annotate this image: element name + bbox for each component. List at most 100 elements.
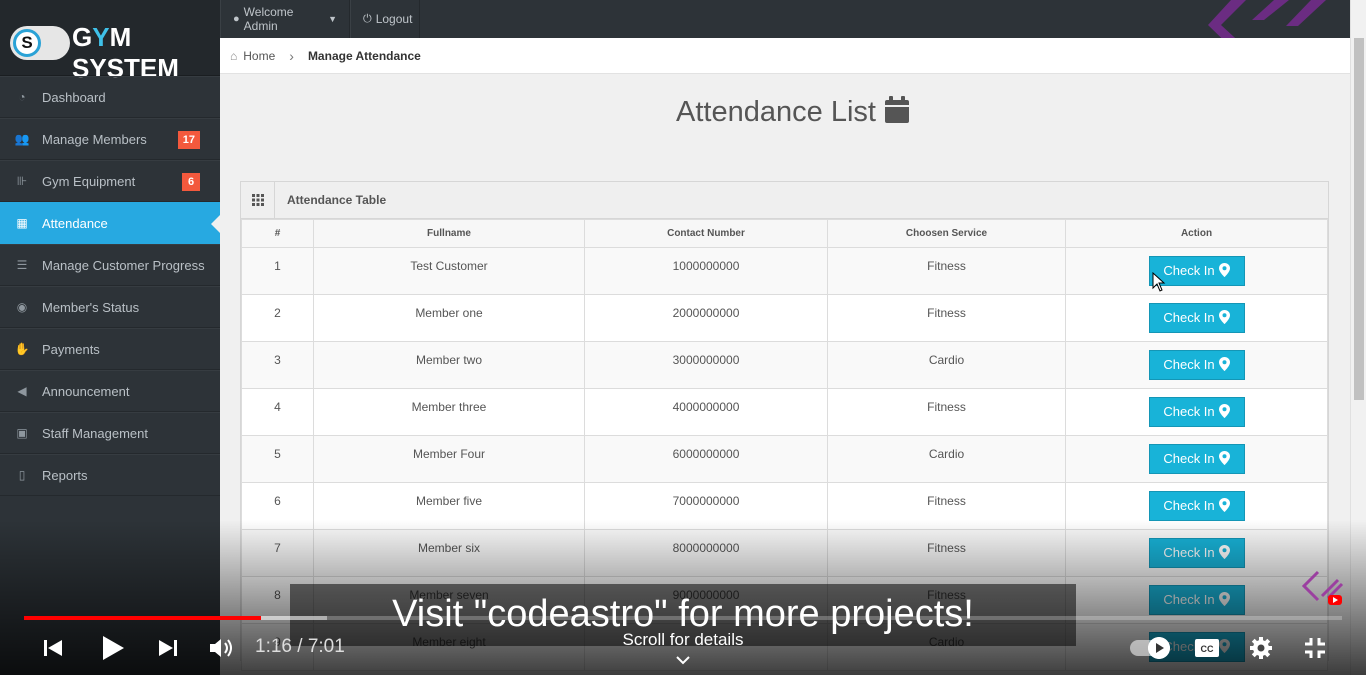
- extension-toggle[interactable]: S: [10, 26, 70, 60]
- chevron-right-icon: ›: [289, 47, 294, 64]
- row-fullname: Member three: [313, 388, 585, 436]
- settings-gear-icon[interactable]: [1249, 636, 1273, 660]
- sidebar-item-label: Gym Equipment: [42, 173, 136, 189]
- widget-header: Attendance Table: [241, 181, 1328, 219]
- eye-icon: ◉: [16, 300, 28, 314]
- app-logo[interactable]: GYM SYSTEM: [72, 22, 220, 84]
- row-number: 2: [241, 294, 314, 342]
- sidebar-item-label: Member's Status: [42, 299, 140, 315]
- row-contact: 4000000000: [584, 388, 828, 436]
- progress-played: [24, 616, 262, 620]
- calendar-icon: [884, 96, 909, 123]
- table-row: 2 Member one 2000000000 Fitness Check In: [241, 294, 1328, 342]
- page-title: Attendance List: [220, 96, 1366, 129]
- sidebar-item-reports[interactable]: ▯ Reports: [0, 454, 220, 496]
- video-time: 1:16 / 7:01: [255, 636, 345, 657]
- count-badge: 17: [177, 131, 200, 149]
- row-contact: 6000000000: [584, 435, 828, 483]
- sidebar-item-attendance[interactable]: ▦ Attendance: [0, 202, 220, 244]
- sidebar-item-label: Attendance: [42, 215, 108, 231]
- row-fullname: Member two: [313, 341, 585, 389]
- svg-text:CC: CC: [1201, 644, 1214, 654]
- play-icon[interactable]: [100, 634, 126, 662]
- autoplay-play-icon: [1148, 637, 1170, 659]
- row-fullname: Test Customer: [313, 247, 585, 295]
- chevron-down-icon[interactable]: [674, 654, 692, 666]
- logout-button[interactable]: ⏻ Logout: [350, 0, 420, 38]
- sidebar-item-staff-management[interactable]: ▣ Staff Management: [0, 412, 220, 454]
- header-contact: Contact Number: [584, 219, 828, 248]
- check-in-button[interactable]: Check In: [1148, 303, 1245, 333]
- previous-icon[interactable]: [42, 637, 64, 659]
- breadcrumb-current: Manage Attendance: [307, 48, 421, 63]
- map-marker-icon: [1218, 310, 1230, 324]
- sidebar-item-manage-customer-progress[interactable]: ☰ Manage Customer Progress: [0, 244, 220, 286]
- channel-watermark-icon[interactable]: [1300, 566, 1346, 608]
- scroll-for-details[interactable]: Scroll for details: [560, 630, 806, 650]
- check-in-label: Check In: [1163, 310, 1215, 325]
- grid-icon: [241, 181, 275, 219]
- header-number: #: [241, 219, 314, 248]
- table-row: 3 Member two 3000000000 Cardio Check In: [241, 341, 1328, 389]
- check-in-label: Check In: [1163, 498, 1215, 513]
- mouse-cursor-icon: [1152, 272, 1166, 292]
- power-icon: ⏻: [363, 12, 372, 25]
- calendar-icon: ▦: [16, 216, 28, 230]
- sidebar-item-payments[interactable]: ✋ Payments: [0, 328, 220, 370]
- sidebar-nav: ◔ Dashboard 👥 Manage Members 17 ⊪ Gym Equipmen…: [0, 76, 220, 496]
- header-action: Action: [1065, 219, 1328, 248]
- row-action: Check In: [1065, 341, 1328, 389]
- breadcrumb-home[interactable]: Home: [243, 49, 275, 63]
- map-marker-icon: [1218, 357, 1230, 371]
- sidebar-item-dashboard[interactable]: ◔ Dashboard: [0, 76, 220, 118]
- scrollbar-thumb[interactable]: [1354, 38, 1364, 400]
- video-progress-bar[interactable]: [24, 616, 1342, 620]
- extension-s-icon: S: [13, 29, 41, 57]
- caret-down-icon: ▼: [328, 14, 337, 24]
- sidebar-item-announcement[interactable]: ◀ Announcement: [0, 370, 220, 412]
- page-title-text: Attendance List: [676, 96, 876, 128]
- row-number: 5: [241, 435, 314, 483]
- app-window: ▮▮▮ GYM SYSTEM S ◔ Dashboard 👥 Manage Membe…: [0, 0, 1366, 675]
- count-badge: 6: [182, 173, 200, 191]
- row-action: Check In: [1065, 435, 1328, 483]
- sidebar-item-label: Staff Management: [42, 425, 148, 441]
- welcome-admin-dropdown[interactable]: ● Welcome Admin ▼: [220, 0, 350, 38]
- autoplay-toggle[interactable]: [1130, 637, 1170, 659]
- widget-title: Attendance Table: [287, 193, 387, 207]
- header-service: Choosen Service: [827, 219, 1066, 248]
- check-in-label: Check In: [1163, 404, 1215, 419]
- dashboard-icon: ◔: [18, 90, 26, 104]
- sidebar-item-manage-members[interactable]: 👥 Manage Members 17: [0, 118, 220, 160]
- exit-fullscreen-icon[interactable]: [1303, 636, 1327, 660]
- row-action: Check In: [1065, 388, 1328, 436]
- check-in-button[interactable]: Check In: [1148, 444, 1245, 474]
- row-service: Fitness: [827, 247, 1066, 295]
- sidebar-item-label: Manage Customer Progress: [42, 257, 205, 273]
- volume-icon[interactable]: [208, 636, 236, 660]
- subtitles-icon[interactable]: CC: [1194, 637, 1220, 659]
- header-fullname: Fullname: [313, 219, 585, 248]
- check-in-label: Check In: [1163, 263, 1215, 278]
- row-action: Check In: [1065, 247, 1328, 295]
- check-in-button[interactable]: Check In: [1148, 491, 1245, 521]
- table-row: 5 Member Four 6000000000 Cardio Check In: [241, 435, 1328, 483]
- map-marker-icon: [1218, 451, 1230, 465]
- row-fullname: Member Four: [313, 435, 585, 483]
- table-row: 4 Member three 4000000000 Fitness Check In: [241, 388, 1328, 436]
- breadcrumb: ⌂ Home › Manage Attendance: [220, 38, 1350, 74]
- briefcase-icon: ▣: [16, 426, 28, 440]
- sidebar-item-member-s-status[interactable]: ◉ Member's Status: [0, 286, 220, 328]
- row-service: Cardio: [827, 435, 1066, 483]
- top-navbar: ● Welcome Admin ▼ ⏻ Logout: [220, 0, 1366, 62]
- check-in-button[interactable]: Check In: [1148, 350, 1245, 380]
- user-icon: ●: [233, 13, 240, 25]
- check-in-button[interactable]: Check In: [1148, 397, 1245, 427]
- sidebar-item-gym-equipment[interactable]: ⊪ Gym Equipment 6: [0, 160, 220, 202]
- row-service: Fitness: [827, 388, 1066, 436]
- list-icon: ☰: [16, 258, 28, 272]
- hand-money-icon: ✋: [14, 342, 30, 356]
- next-icon[interactable]: [157, 637, 179, 659]
- home-icon: ⌂: [230, 48, 238, 63]
- row-number: 1: [241, 247, 314, 295]
